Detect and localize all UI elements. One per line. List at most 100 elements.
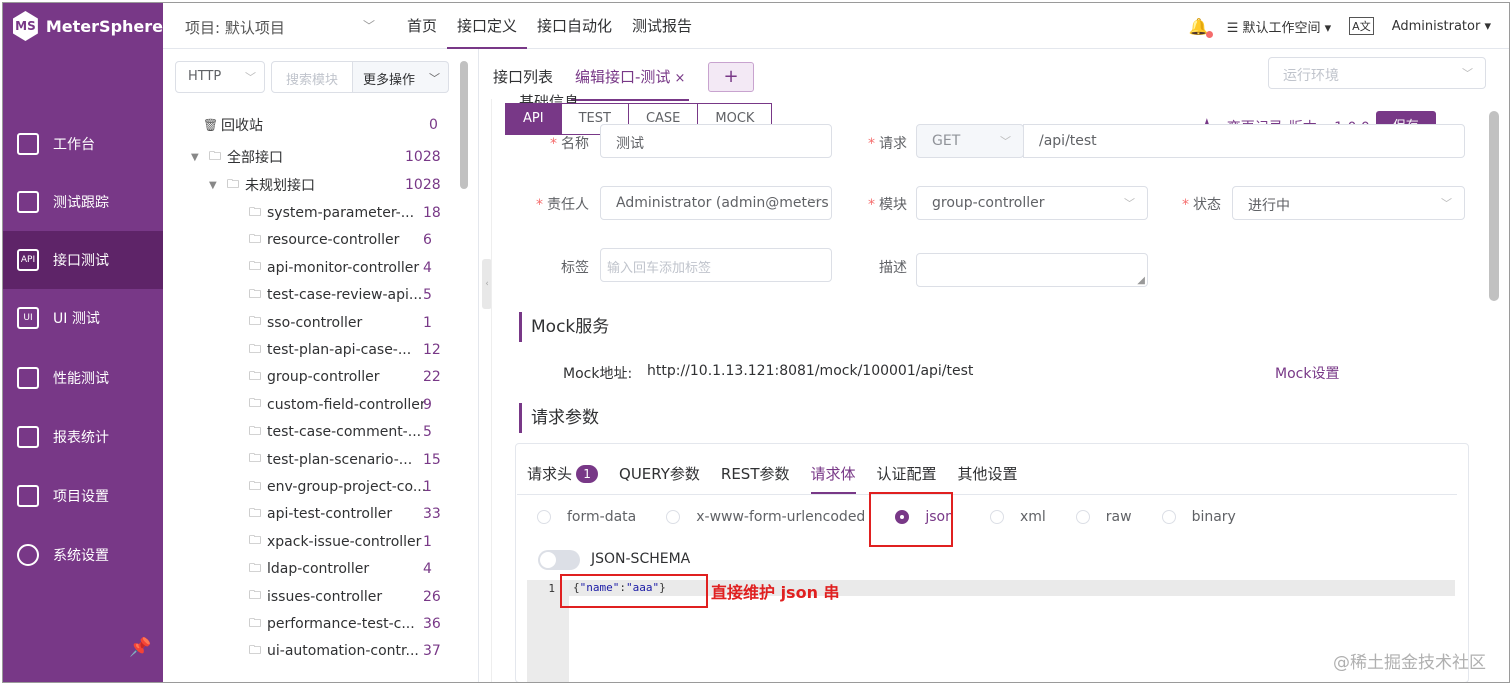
module-tree-panel: HTTP ﹀ 搜索模块 更多操作 ﹀ 🗑 回收站 0 ▼ 🗀 全部接口 1028 ▼ 🗀 未规… bbox=[163, 49, 479, 682]
more-actions-button[interactable]: 更多操作 ﹀ bbox=[353, 61, 449, 93]
tree-node-module[interactable]: 🗀 ldap-controller 4 bbox=[249, 557, 432, 581]
tree-node-count: 5 bbox=[423, 287, 432, 304]
sidebar-item-project-settings[interactable]: 项目设置 bbox=[3, 467, 163, 525]
tree-node-label: ui-automation-contr... bbox=[267, 643, 419, 660]
menu-api-definition[interactable]: 接口定义 bbox=[447, 3, 528, 49]
name-input[interactable]: 测试 bbox=[600, 124, 832, 158]
sidebar-item-report[interactable]: 报表统计 bbox=[3, 408, 163, 466]
status-select[interactable]: 进行中 ﹀ bbox=[1232, 186, 1465, 220]
sidebar-item-label: 系统设置 bbox=[53, 548, 109, 564]
tree-node-module[interactable]: 🗀 test-plan-scenario-... 15 bbox=[249, 448, 441, 472]
module-select[interactable]: group-controller ﹀ bbox=[916, 186, 1148, 220]
tree-node-module[interactable]: 🗀 ui-automation-contr... 37 bbox=[249, 639, 441, 663]
tree-node-module[interactable]: 🗀 custom-field-controller 9 bbox=[249, 393, 432, 417]
tree-node-module[interactable]: 🗀 resource-controller 6 bbox=[249, 228, 432, 252]
tag-input[interactable]: 输入回车添加标签 bbox=[600, 248, 832, 282]
gears-icon bbox=[17, 544, 39, 566]
tree-node-module[interactable]: 🗀 sso-controller 1 bbox=[249, 311, 432, 335]
params-tabs: 请求头 1 QUERY参数 REST参数 请求体 认证配置 其他设置 bbox=[527, 462, 1039, 494]
json-highlight-box bbox=[869, 492, 953, 547]
tree-node-module[interactable]: 🗀 test-case-comment-... 5 bbox=[249, 420, 432, 444]
tree-node-module[interactable]: 🗀 group-controller 22 bbox=[249, 365, 441, 389]
tree-node-count: 0 bbox=[429, 117, 438, 133]
radio-binary[interactable]: binary bbox=[1161, 509, 1236, 525]
sidebar: 工作台 测试跟踪 API 接口测试 UI UI 测试 性能测试 报表统计 项目设置 … bbox=[3, 49, 163, 682]
tab-body[interactable]: 请求体 bbox=[810, 462, 856, 494]
tab-auth[interactable]: 认证配置 bbox=[877, 462, 937, 494]
sidebar-item-test-track[interactable]: 测试跟踪 bbox=[3, 173, 163, 231]
menu-api-automation[interactable]: 接口自动化 bbox=[527, 3, 622, 49]
sidebar-item-system-settings[interactable]: 系统设置 bbox=[3, 526, 163, 584]
app-logo[interactable]: MS MeterSphere bbox=[3, 3, 163, 49]
tree-node-all[interactable]: ▼ 🗀 全部接口 1028 bbox=[191, 145, 441, 169]
run-environment-select[interactable]: 运行环境 ﹀ bbox=[1268, 57, 1486, 89]
tree-node-module[interactable]: 🗀 api-monitor-controller 4 bbox=[249, 256, 432, 280]
folder-icon: 🗀 bbox=[249, 533, 262, 548]
tab-rest[interactable]: REST参数 bbox=[721, 462, 790, 494]
tree-node-module[interactable]: 🗀 issues-controller 26 bbox=[249, 585, 441, 609]
mode-api-button[interactable]: API bbox=[505, 103, 562, 135]
radio-raw[interactable]: raw bbox=[1075, 509, 1132, 525]
tree-node-module[interactable]: 🗀 test-plan-api-case-... 12 bbox=[249, 338, 441, 362]
module-label: * 模块 bbox=[868, 197, 907, 213]
owner-select[interactable]: Administrator (admin@meters ﹀ bbox=[600, 186, 832, 220]
tree-node-module[interactable]: 🗀 performance-test-c... 36 bbox=[249, 612, 441, 636]
path-input[interactable]: /api/test bbox=[1023, 124, 1465, 158]
tree-node-unplanned[interactable]: ▼ 🗀 未规划接口 1028 bbox=[209, 173, 441, 197]
radio-form-data[interactable]: form-data bbox=[537, 509, 636, 525]
radio-label: x-www-form-urlencoded bbox=[696, 509, 866, 525]
radio-label: binary bbox=[1191, 509, 1236, 525]
menu-home[interactable]: 首页 bbox=[397, 3, 447, 49]
menu-test-report[interactable]: 测试报告 bbox=[622, 3, 702, 49]
trash-icon: 🗑 bbox=[203, 118, 219, 132]
tree-node-module[interactable]: 🗀 test-case-review-api... 5 bbox=[249, 283, 432, 307]
radio-label: raw bbox=[1105, 509, 1132, 525]
language-icon[interactable]: A文 bbox=[1349, 17, 1374, 35]
scrollbar-thumb[interactable] bbox=[1489, 111, 1499, 301]
json-schema-toggle[interactable] bbox=[538, 550, 580, 570]
tree-node-label: xpack-issue-controller bbox=[267, 533, 422, 550]
tab-query[interactable]: QUERY参数 bbox=[619, 462, 700, 494]
sidebar-item-label: 接口测试 bbox=[53, 253, 109, 269]
top-bar: MS MeterSphere 项目: 默认项目 ﹀ 首页 接口定义 接口自动化 … bbox=[3, 3, 1509, 49]
protocol-value: HTTP bbox=[188, 69, 222, 84]
chevron-down-icon: ﹀ bbox=[808, 197, 819, 210]
content-scrollbar[interactable] bbox=[1489, 99, 1499, 682]
module-search-input[interactable]: 搜索模块 bbox=[271, 61, 353, 93]
description-textarea[interactable]: ◢ bbox=[916, 253, 1148, 287]
pin-icon[interactable]: 📌 bbox=[129, 637, 151, 658]
folder-icon: 🗀 bbox=[249, 286, 262, 301]
radio-xml[interactable]: xml bbox=[989, 509, 1046, 525]
sidebar-item-performance[interactable]: 性能测试 bbox=[3, 349, 163, 407]
tree-node-module[interactable]: 🗀 api-test-controller 33 bbox=[249, 502, 441, 526]
tree-node-label: issues-controller bbox=[267, 588, 383, 605]
close-icon[interactable]: × bbox=[674, 71, 685, 86]
tab-other[interactable]: 其他设置 bbox=[958, 462, 1018, 494]
tab-edit-api[interactable]: 编辑接口-测试 × bbox=[571, 61, 690, 101]
project-selector[interactable]: 项目: 默认项目 ﹀ bbox=[185, 17, 385, 38]
tree-node-module[interactable]: 🗀 system-parameter-... 18 bbox=[249, 201, 441, 225]
radio-urlencoded[interactable]: x-www-form-urlencoded bbox=[666, 509, 865, 525]
tree-node-label: test-plan-scenario-... bbox=[267, 451, 413, 468]
tree-node-recycle[interactable]: 🗑 回收站 0 bbox=[203, 113, 438, 137]
folder-icon: 🗀 bbox=[249, 423, 262, 438]
tree-node-label: api-test-controller bbox=[267, 506, 393, 523]
sidebar-item-ui-test[interactable]: UI UI 测试 bbox=[3, 289, 163, 347]
tab-headers[interactable]: 请求头 1 bbox=[527, 462, 599, 494]
tree-node-module[interactable]: 🗀 xpack-issue-controller 1 bbox=[249, 530, 432, 554]
user-menu[interactable]: Administrator ▾ bbox=[1392, 19, 1491, 34]
chevron-down-icon: ﹀ bbox=[429, 72, 440, 85]
method-select[interactable]: GET ﹀ bbox=[916, 124, 1024, 158]
tree-node-count: 9 bbox=[423, 396, 432, 413]
chevron-down-icon: ﹀ bbox=[362, 19, 375, 33]
sidebar-item-workbench[interactable]: 工作台 bbox=[3, 115, 163, 173]
bell-icon[interactable]: 🔔 bbox=[1189, 17, 1213, 38]
tree-node-module[interactable]: 🗀 env-group-project-co... 1 bbox=[249, 475, 432, 499]
mock-settings-link[interactable]: Mock设置 bbox=[1275, 363, 1339, 383]
radio-circle bbox=[989, 510, 1004, 524]
protocol-select[interactable]: HTTP ﹀ bbox=[175, 61, 265, 93]
add-tab-button[interactable]: + bbox=[708, 62, 754, 92]
tree-scrollbar[interactable] bbox=[460, 61, 468, 189]
sidebar-item-api-test[interactable]: API 接口测试 bbox=[3, 231, 163, 289]
workspace-selector[interactable]: ☰ 默认工作空间 ▾ bbox=[1227, 17, 1331, 36]
